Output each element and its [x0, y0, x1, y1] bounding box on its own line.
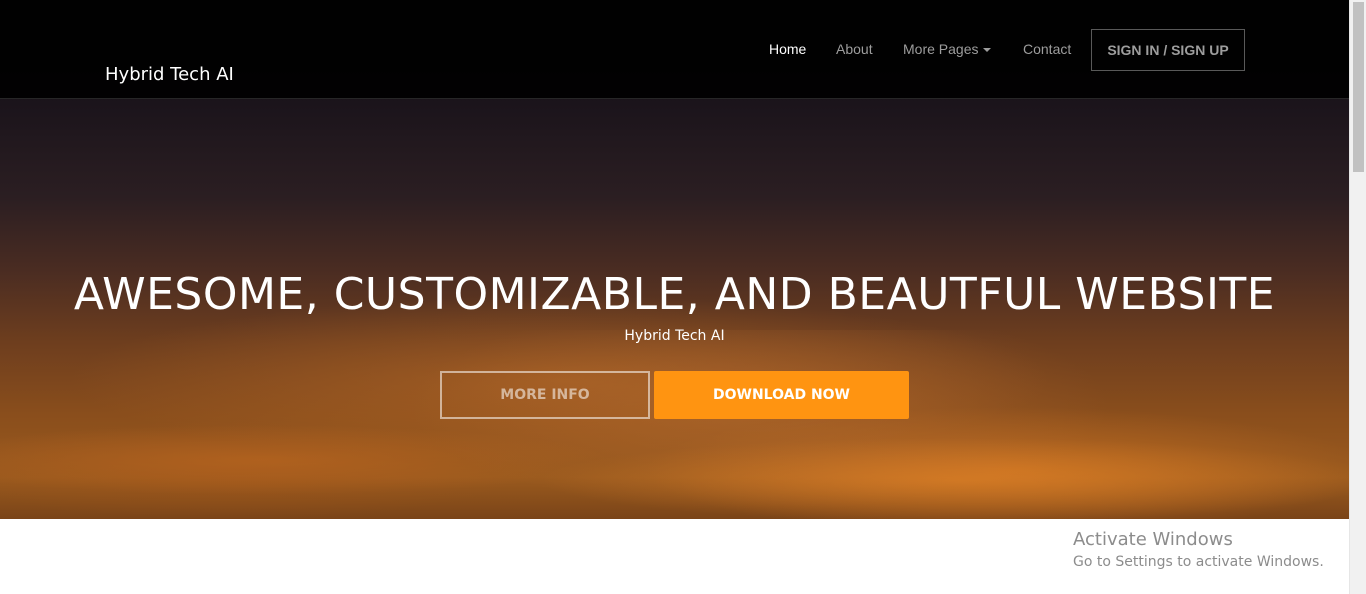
nav-item-more-pages[interactable]: More Pages [903, 39, 992, 59]
watermark-subtitle: Go to Settings to activate Windows. [1073, 554, 1324, 570]
sign-in-sign-up-button[interactable]: SIGN IN / SIGN UP [1091, 29, 1245, 71]
hero-subtitle: Hybrid Tech AI [624, 328, 725, 344]
page-scrollbar[interactable] [1349, 0, 1366, 594]
nav-item-about[interactable]: About [836, 39, 873, 59]
brand-link[interactable]: Hybrid Tech AI [105, 64, 234, 86]
watermark-title: Activate Windows [1073, 529, 1233, 550]
nav-item-contact[interactable]: Contact [1023, 39, 1071, 59]
caret-down-icon [983, 48, 992, 53]
nav-item-more-pages-label: More Pages [903, 41, 979, 57]
more-info-button[interactable]: MORE INFO [440, 371, 650, 419]
activate-windows-watermark: Activate Windows Go to Settings to activ… [1073, 529, 1324, 573]
navbar: Hybrid Tech AI Home About More Pages Con… [0, 0, 1349, 99]
hero-title: AWESOME, CUSTOMIZABLE, AND BEAUTFUL WEBS… [73, 269, 1276, 320]
scrollbar-thumb[interactable] [1353, 2, 1364, 172]
download-now-button[interactable]: DOWNLOAD NOW [654, 371, 909, 419]
page: AWESOME, CUSTOMIZABLE, AND BEAUTFUL WEBS… [0, 0, 1349, 594]
nav-item-home[interactable]: Home [769, 39, 806, 59]
